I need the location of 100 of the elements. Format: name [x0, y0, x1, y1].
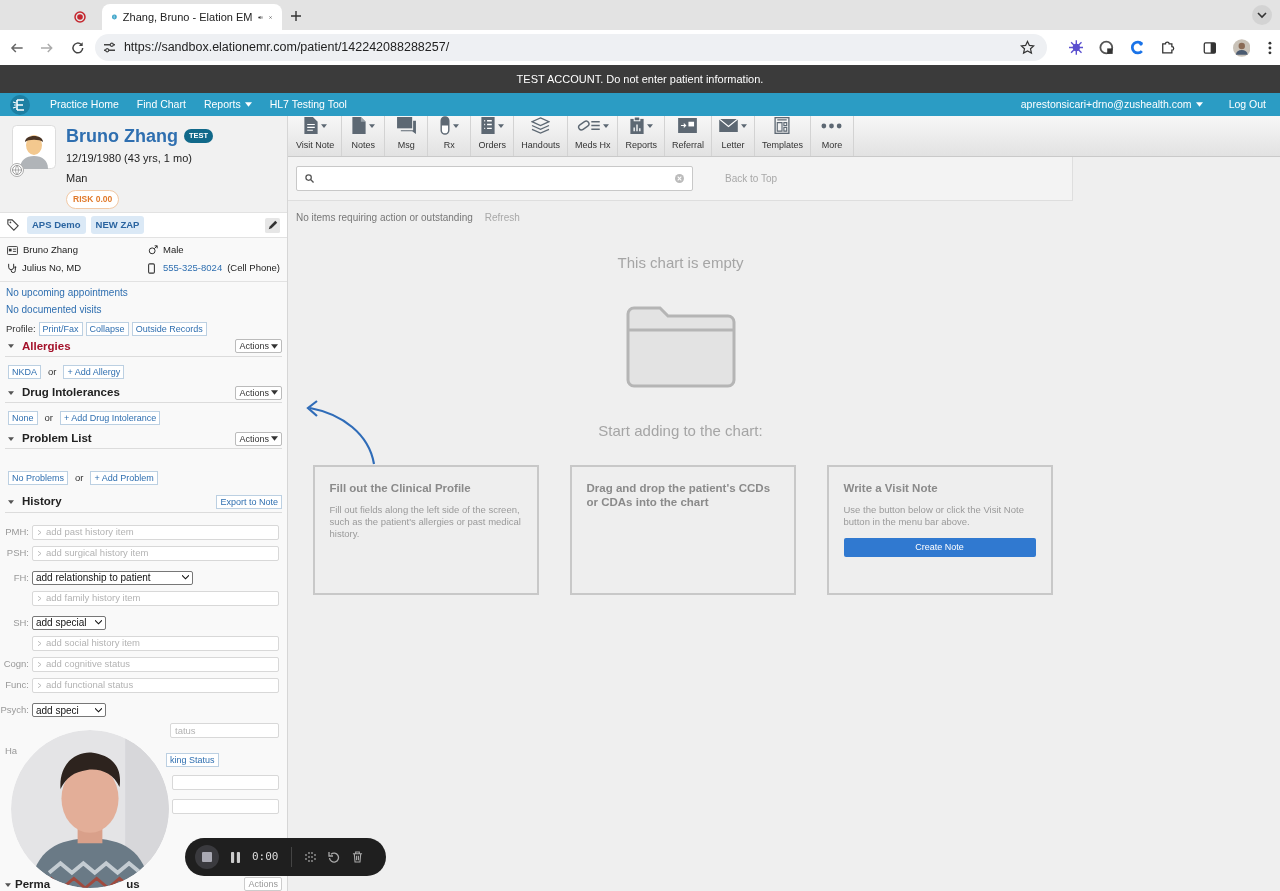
- collapse-caret-icon[interactable]: [8, 390, 14, 395]
- tag-icon: [7, 219, 19, 231]
- card-title: Fill out the Clinical Profile: [329, 481, 472, 495]
- puzzle-icon[interactable]: [1160, 40, 1175, 55]
- or-text: or: [75, 471, 84, 486]
- app-logo-icon[interactable]: [10, 94, 30, 115]
- field-label: PMH:: [4, 524, 30, 539]
- search-field[interactable]: [296, 166, 693, 191]
- tab-title: Zhang, Bruno - Elation EM: [122, 9, 253, 25]
- toolbar-button[interactable]: Visit Note: [289, 116, 343, 156]
- profile-avatar-icon[interactable]: [1232, 38, 1251, 57]
- visit-link[interactable]: No documented visits: [6, 301, 281, 317]
- user-menu[interactable]: aprestonsicari+drno@zushealth.com: [1020, 96, 1203, 113]
- toolbar-button[interactable]: Rx: [428, 116, 472, 156]
- address-bar[interactable]: https://sandbox.elationemr.com/patient/142242088288257/: [94, 34, 1047, 61]
- pill-list-icon: [576, 118, 600, 134]
- toolbar-button[interactable]: More: [810, 116, 854, 156]
- option-button[interactable]: None: [8, 411, 38, 426]
- caret-icon: [271, 436, 278, 442]
- site-settings-icon[interactable]: [102, 42, 116, 53]
- collapse-caret-icon[interactable]: [8, 436, 14, 441]
- phone-link[interactable]: 555-325-8024: [163, 261, 223, 276]
- smoking-status-button[interactable]: king Status: [166, 753, 219, 768]
- section-title[interactable]: History: [22, 493, 62, 511]
- option-button[interactable]: NKDA: [8, 364, 41, 379]
- option-button[interactable]: + Add Drug Intolerance: [59, 411, 161, 426]
- menu-icon[interactable]: [1268, 40, 1272, 55]
- history-input[interactable]: [172, 775, 279, 791]
- envelope-icon: [718, 119, 738, 133]
- toolbar-button[interactable]: Referral: [664, 116, 712, 156]
- history-input[interactable]: [172, 799, 279, 815]
- patient-tag[interactable]: APS Demo: [27, 215, 86, 235]
- actions-button[interactable]: Actions: [235, 339, 282, 354]
- section-title[interactable]: us: [126, 878, 140, 891]
- toolbar-button[interactable]: Notes: [342, 116, 386, 156]
- stop-button[interactable]: [195, 845, 219, 869]
- section-title[interactable]: Perma: [15, 878, 51, 891]
- option-button[interactable]: + Add Problem: [90, 471, 158, 486]
- actions-button[interactable]: Actions: [235, 385, 282, 400]
- new-tab-icon[interactable]: [290, 10, 302, 22]
- dot-grid-icon[interactable]: [303, 851, 316, 863]
- status-text: No items requiring action or outstanding: [296, 211, 473, 225]
- side-panel-icon[interactable]: [1202, 40, 1217, 55]
- section-title[interactable]: Problem List: [22, 430, 92, 448]
- actions-button[interactable]: Actions: [244, 877, 282, 891]
- profile-button[interactable]: Collapse: [85, 321, 129, 336]
- browser-tab[interactable]: Zhang, Bruno - Elation EM: [102, 4, 282, 30]
- edit-pencil-icon[interactable]: [265, 217, 280, 233]
- visit-link[interactable]: No upcoming appointments: [6, 284, 281, 300]
- toolbar-button[interactable]: Orders: [471, 116, 515, 156]
- trash-icon[interactable]: [351, 851, 363, 863]
- toolbar-button[interactable]: Msg: [385, 116, 429, 156]
- collapse-caret-icon[interactable]: [8, 344, 14, 349]
- section-title[interactable]: Allergies: [22, 337, 71, 355]
- section-title[interactable]: Drug Intolerances: [22, 383, 120, 402]
- dropdown-select[interactable]: add relationship to patient: [32, 570, 193, 585]
- patient-tag[interactable]: NEW ZAP: [90, 215, 145, 235]
- caret-icon: [646, 123, 653, 128]
- globe-icon: [10, 163, 24, 177]
- toolbar-button[interactable]: Templates: [754, 116, 811, 156]
- dropdown-select[interactable]: add speci: [32, 703, 106, 718]
- nav-link[interactable]: Reports: [203, 96, 252, 113]
- profile-button[interactable]: Print/Fax: [38, 321, 83, 336]
- dropdown-select[interactable]: add special: [32, 615, 106, 630]
- birth-date: 12/19/1980 (43 yrs, 1 mo): [66, 151, 193, 166]
- toolbar-button[interactable]: Reports: [618, 116, 665, 156]
- toolbar-button[interactable]: Meds Hx: [567, 116, 619, 156]
- collapse-caret-icon[interactable]: [8, 500, 14, 504]
- reload-icon[interactable]: [71, 40, 85, 55]
- empty-chart-title: This chart is empty: [617, 253, 744, 273]
- caret-icon: [602, 123, 609, 128]
- caret-icon: [244, 102, 252, 107]
- nav-link[interactable]: HL7 Testing Tool: [269, 96, 347, 113]
- id-card-icon: [7, 245, 18, 255]
- patient-name[interactable]: Bruno Zhang: [66, 125, 178, 147]
- url-text: https://sandbox.elationemr.com/patient/142242088288257/: [123, 39, 450, 57]
- actions-button[interactable]: Export to Note: [216, 495, 282, 509]
- collapse-caret-icon[interactable]: [5, 883, 11, 887]
- chevron-icon: [38, 595, 41, 601]
- logout-link[interactable]: Log Out: [1228, 96, 1266, 113]
- bookmark-star-icon[interactable]: [1019, 40, 1035, 55]
- card-text: Fill out fields along the left side of the screen, such as the patient's allergies or past medical history.: [329, 504, 522, 540]
- profile-button[interactable]: Outside Records: [131, 321, 207, 336]
- actions-button[interactable]: Actions: [235, 431, 282, 446]
- toolbar-button[interactable]: Letter: [711, 116, 755, 156]
- toolbar-button[interactable]: Handouts: [514, 116, 568, 156]
- chevron-down-icon[interactable]: [1252, 5, 1272, 25]
- extension-icon[interactable]: [1099, 40, 1114, 55]
- option-button[interactable]: + Add Allergy: [63, 364, 125, 379]
- card-title: Write a Visit Note: [843, 481, 939, 495]
- nav-link[interactable]: Find Chart: [136, 96, 186, 113]
- restart-icon[interactable]: [327, 851, 340, 863]
- nav-link[interactable]: Practice Home: [50, 96, 119, 113]
- create-note-button[interactable]: Create Note: [843, 538, 1036, 557]
- extension-icon[interactable]: [1068, 40, 1084, 55]
- avatar-icon: [12, 125, 56, 169]
- gender-text: Man: [66, 170, 89, 186]
- option-button[interactable]: No Problems: [8, 471, 69, 486]
- pause-icon[interactable]: [231, 851, 240, 863]
- recording-timer: 0:00: [252, 848, 279, 865]
